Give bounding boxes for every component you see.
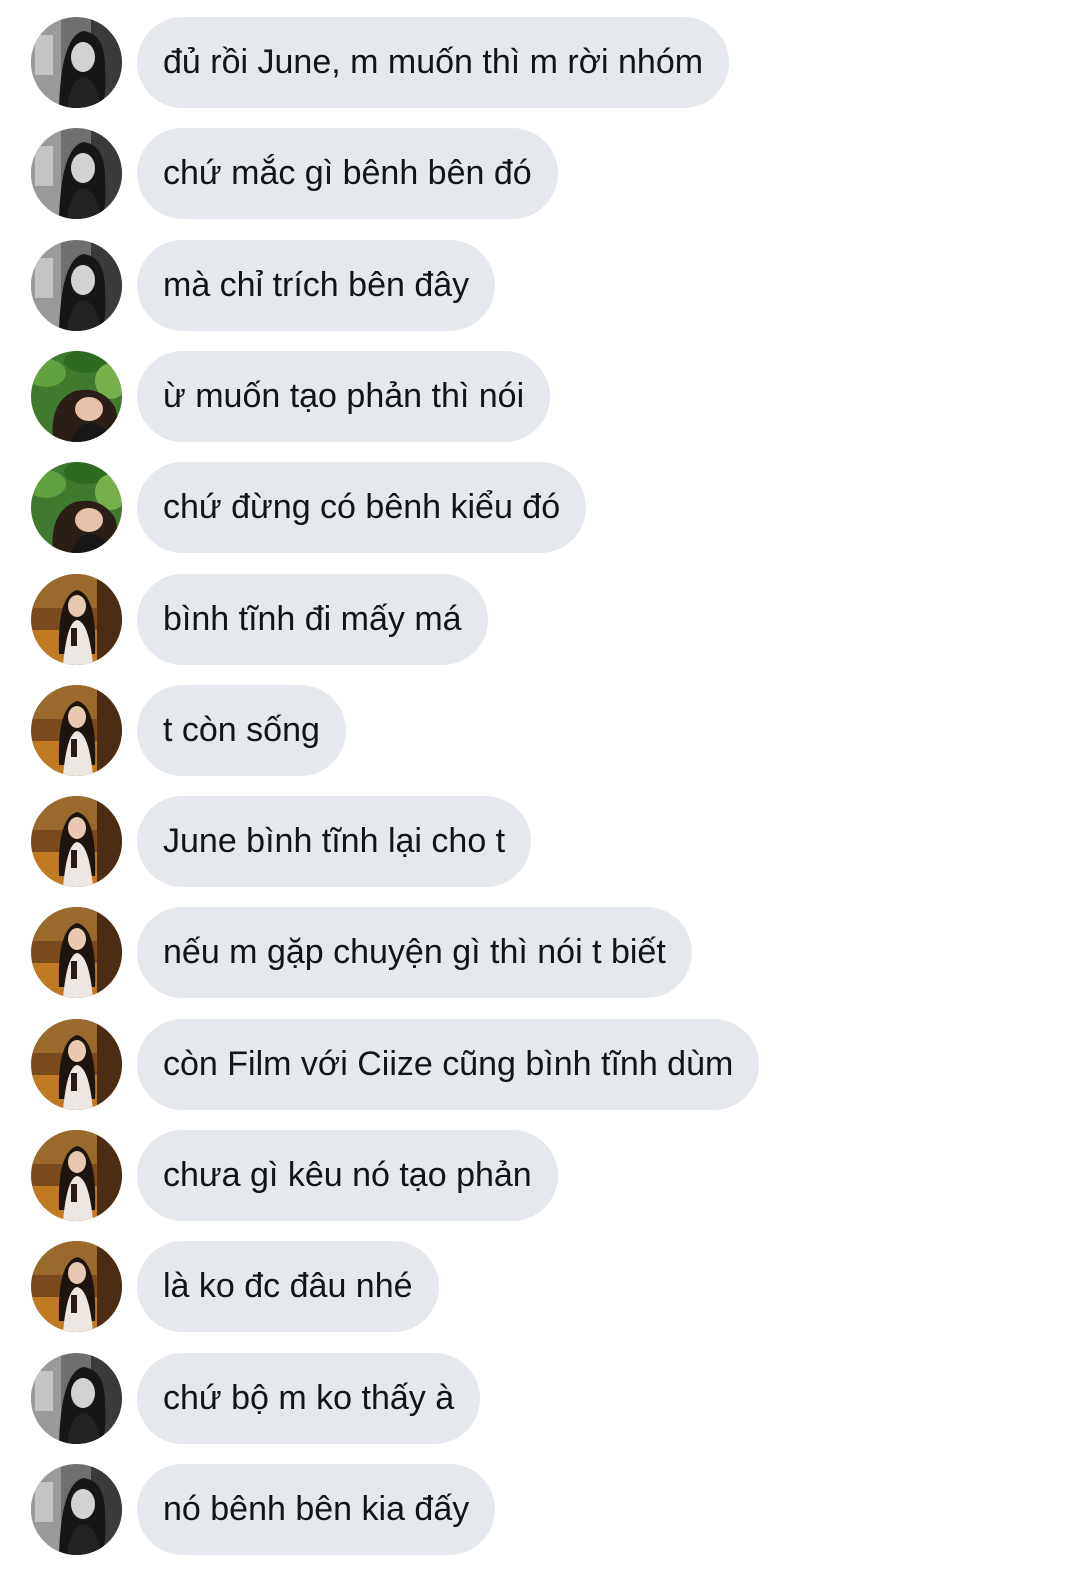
sender-avatar[interactable]: [31, 685, 122, 776]
message-bubble[interactable]: t còn sống: [137, 685, 346, 776]
message-bubble[interactable]: June bình tĩnh lại cho t: [137, 796, 532, 887]
message-row: còn Film với Ciize cũng bình tĩnh dùm: [0, 1019, 1080, 1110]
sender-avatar[interactable]: [31, 1353, 122, 1444]
sender-avatar[interactable]: [31, 574, 122, 665]
message-bubble[interactable]: bình tĩnh đi mấy má: [137, 574, 488, 665]
sender-avatar[interactable]: [31, 907, 122, 998]
message-row: chưa gì kêu nó tạo phản: [0, 1130, 1080, 1221]
message-row: chứ đừng có bênh kiểu đó: [0, 462, 1080, 553]
sender-avatar[interactable]: [31, 1241, 122, 1332]
message-row: đủ rồi June, m muốn thì m rời nhóm: [0, 17, 1080, 108]
message-thread: đủ rồi June, m muốn thì m rời nhóm chứ m…: [0, 0, 1080, 1579]
sender-avatar[interactable]: [31, 240, 122, 331]
message-row: bình tĩnh đi mấy má: [0, 574, 1080, 665]
message-bubble[interactable]: chứ đừng có bênh kiểu đó: [137, 462, 587, 553]
message-row: ừ muốn tạo phản thì nói: [0, 351, 1080, 442]
message-bubble[interactable]: nếu m gặp chuyện gì thì nói t biết: [137, 907, 692, 998]
message-bubble[interactable]: là ko đc đâu nhé: [137, 1241, 439, 1332]
message-bubble[interactable]: chưa gì kêu nó tạo phản: [137, 1130, 558, 1221]
message-row: nó bênh bên kia đấy: [0, 1464, 1080, 1555]
message-row: June bình tĩnh lại cho t: [0, 796, 1080, 887]
sender-avatar[interactable]: [31, 1130, 122, 1221]
sender-avatar[interactable]: [31, 1464, 122, 1555]
sender-avatar[interactable]: [31, 462, 122, 553]
sender-avatar[interactable]: [31, 17, 122, 108]
message-row: chứ mắc gì bênh bên đó: [0, 128, 1080, 219]
message-row: chứ bộ m ko thấy à: [0, 1353, 1080, 1444]
message-row: mà chỉ trích bên đây: [0, 240, 1080, 331]
message-row: nếu m gặp chuyện gì thì nói t biết: [0, 907, 1080, 998]
message-row: là ko đc đâu nhé: [0, 1241, 1080, 1332]
message-bubble[interactable]: chứ mắc gì bênh bên đó: [137, 128, 558, 219]
sender-avatar[interactable]: [31, 796, 122, 887]
message-bubble[interactable]: chứ bộ m ko thấy à: [137, 1353, 481, 1444]
message-bubble[interactable]: ừ muốn tạo phản thì nói: [137, 351, 551, 442]
sender-avatar[interactable]: [31, 1019, 122, 1110]
message-bubble[interactable]: còn Film với Ciize cũng bình tĩnh dùm: [137, 1019, 760, 1110]
message-bubble[interactable]: nó bênh bên kia đấy: [137, 1464, 496, 1555]
sender-avatar[interactable]: [31, 128, 122, 219]
message-bubble[interactable]: mà chỉ trích bên đây: [137, 240, 496, 331]
sender-avatar[interactable]: [31, 351, 122, 442]
message-row: t còn sống: [0, 685, 1080, 776]
message-bubble[interactable]: đủ rồi June, m muốn thì m rời nhóm: [137, 17, 730, 108]
